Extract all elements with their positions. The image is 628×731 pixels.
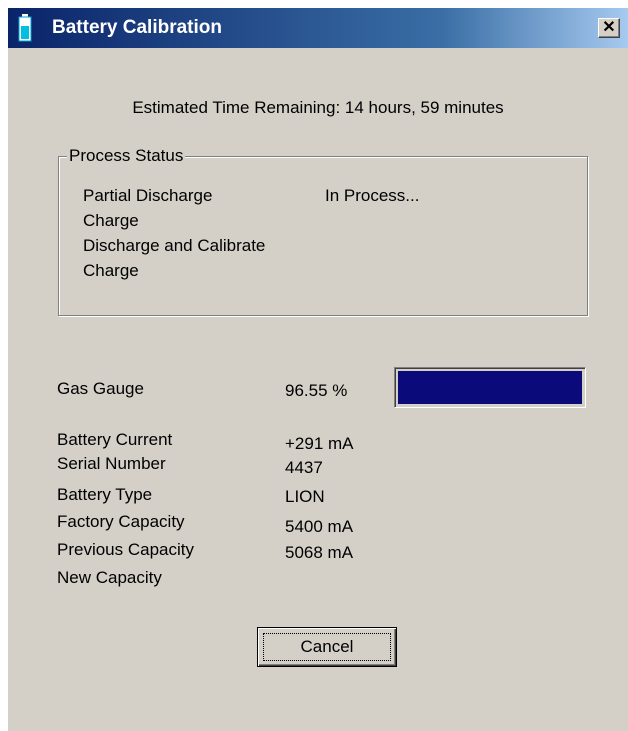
- previous-capacity-label: Previous Capacity: [57, 540, 195, 559]
- serial-number-value: 4437: [285, 458, 323, 477]
- battery-type-value: LION: [285, 487, 325, 506]
- title-bar[interactable]: Battery Calibration ✕: [8, 8, 628, 48]
- process-status-group: Process Status Partial Discharge Charge …: [58, 146, 588, 316]
- factory-capacity-value: 5400 mA: [285, 517, 354, 536]
- step-discharge-and-calibrate: Discharge and Calibrate: [83, 236, 266, 255]
- battery-current-value: +291 mA: [285, 434, 354, 453]
- gas-gauge-label: Gas Gauge: [57, 379, 144, 398]
- factory-capacity-label: Factory Capacity: [57, 512, 185, 531]
- step-charge: Charge: [83, 211, 139, 230]
- step-final-charge: Charge: [83, 261, 139, 280]
- window-title: Battery Calibration: [52, 17, 222, 38]
- cancel-button-label: Cancel: [300, 637, 354, 656]
- close-icon: ✕: [602, 19, 616, 36]
- battery-current-label: Battery Current: [57, 430, 173, 449]
- previous-capacity-value: 5068 mA: [285, 543, 354, 562]
- new-capacity-label: New Capacity: [57, 568, 162, 587]
- step-partial-discharge: Partial Discharge: [83, 186, 213, 205]
- step-state: In Process...: [325, 186, 420, 205]
- close-button[interactable]: ✕: [598, 18, 620, 38]
- cancel-button[interactable]: Cancel: [257, 627, 397, 667]
- gas-gauge-value: 96.55 %: [285, 381, 348, 400]
- serial-number-label: Serial Number: [57, 454, 166, 473]
- battery-calibration-dialog: Battery Calibration ✕ Estimated Time Rem…: [8, 8, 628, 731]
- battery-icon: [18, 14, 32, 42]
- estimated-time-remaining: Estimated Time Remaining: 14 hours, 59 m…: [132, 98, 504, 117]
- gas-gauge-bar: [394, 367, 586, 408]
- gas-gauge-fill: [398, 371, 582, 404]
- battery-type-label: Battery Type: [57, 485, 153, 504]
- process-status-legend: Process Status: [67, 146, 186, 166]
